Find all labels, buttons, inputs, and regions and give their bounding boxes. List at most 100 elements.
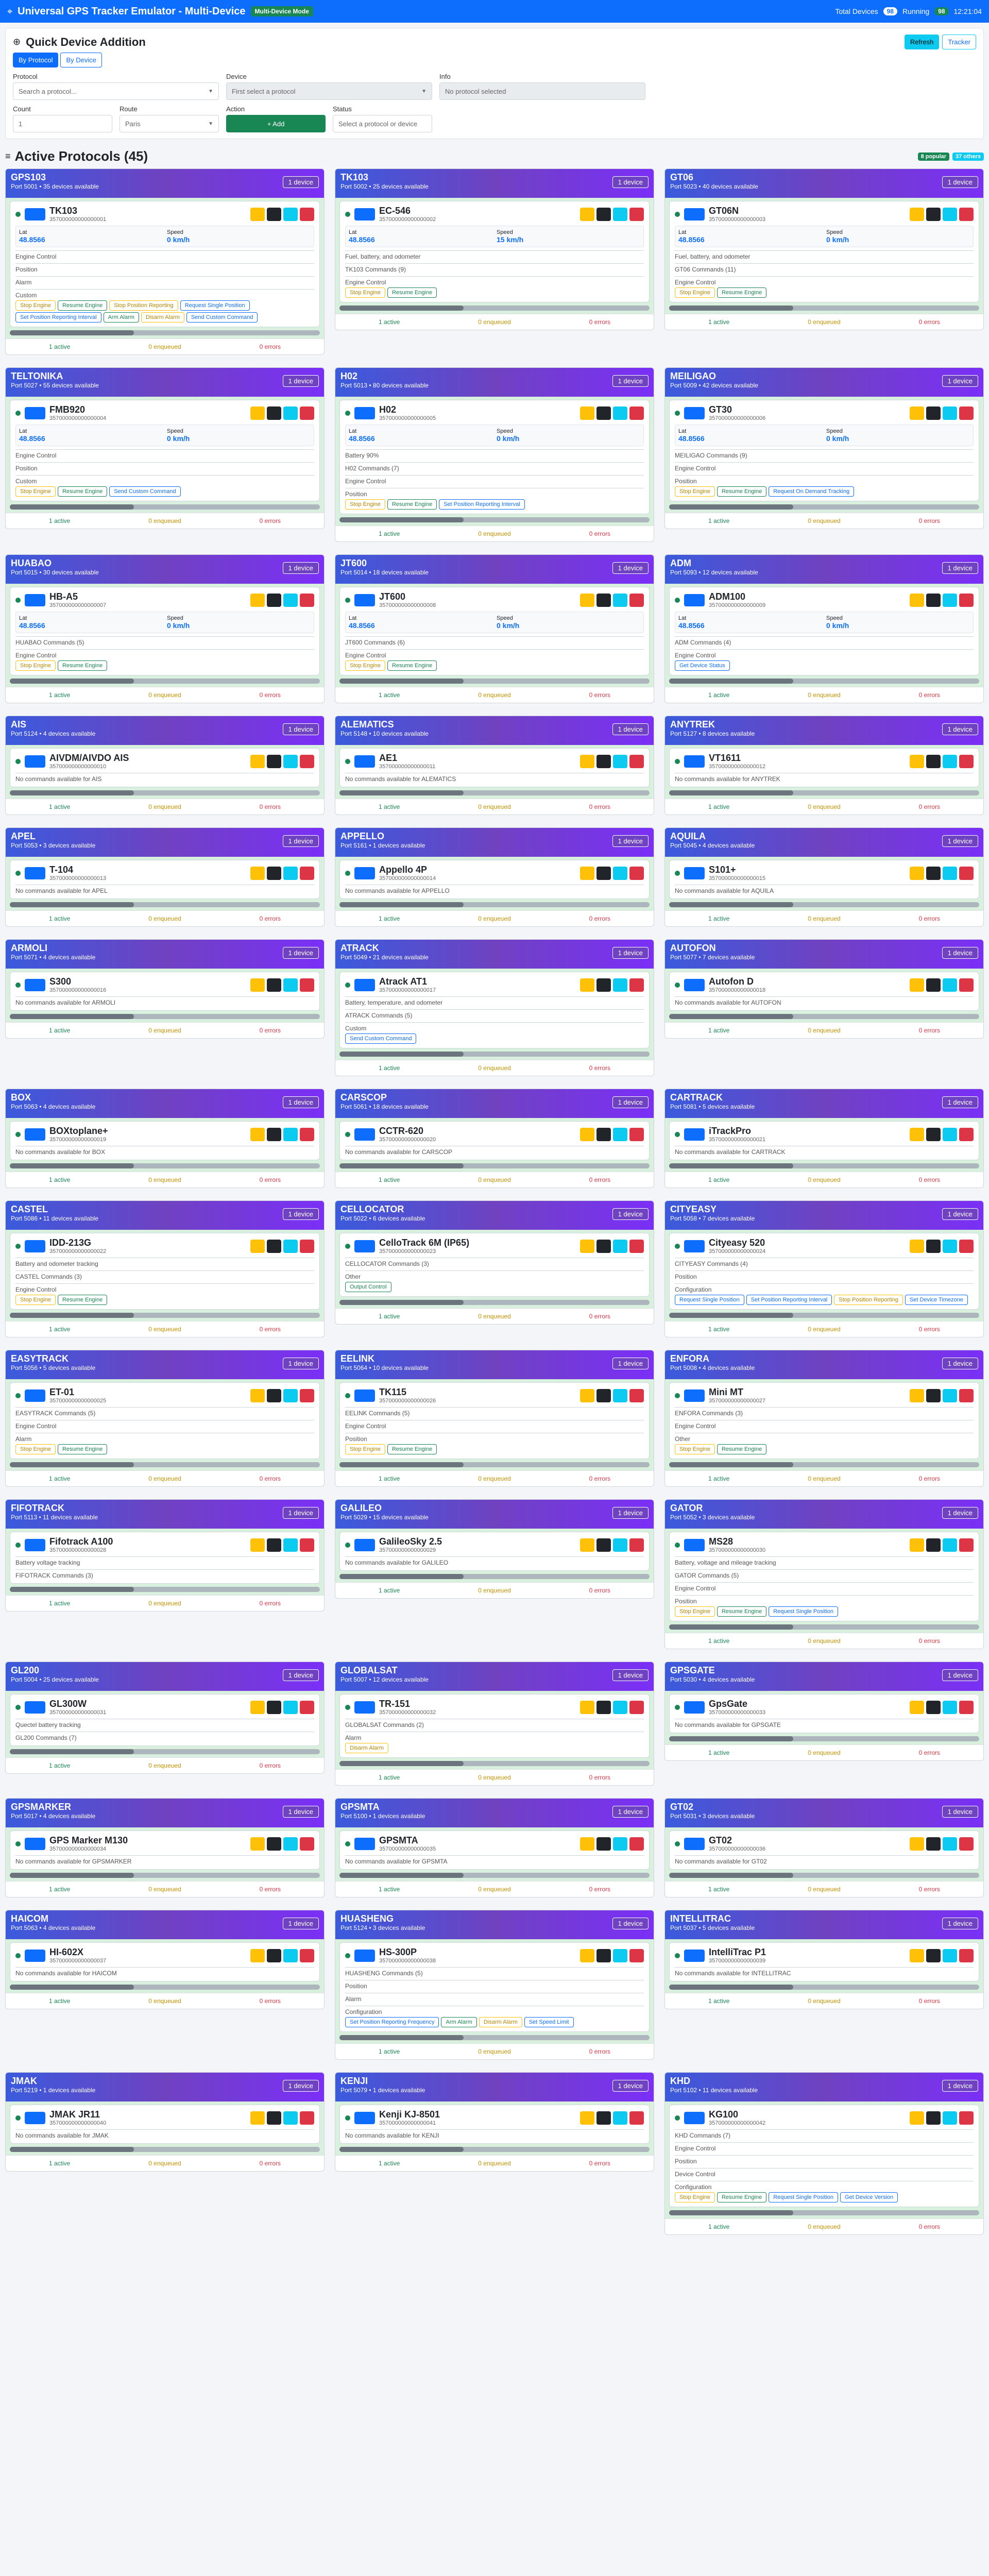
command-button[interactable]: Disarm Alarm: [345, 1743, 389, 1753]
scrollbar[interactable]: [669, 1462, 979, 1467]
info-button[interactable]: [613, 406, 627, 420]
info-button[interactable]: [943, 978, 957, 992]
scrollbar[interactable]: [10, 1587, 320, 1592]
info-button[interactable]: [613, 1388, 627, 1402]
command-button[interactable]: Stop Engine: [15, 1444, 56, 1454]
device-count-badge[interactable]: 1 device: [612, 1918, 649, 1929]
pause-button[interactable]: [580, 2111, 594, 2125]
delete-button[interactable]: [959, 866, 974, 880]
pause-button[interactable]: [580, 406, 594, 420]
command-button[interactable]: Resume Engine: [717, 287, 767, 298]
pause-button[interactable]: [580, 1837, 594, 1851]
scrollbar[interactable]: [669, 679, 979, 684]
device-count-badge[interactable]: 1 device: [942, 1208, 978, 1220]
pause-button[interactable]: [910, 1127, 924, 1141]
command-button[interactable]: Resume Engine: [717, 1606, 767, 1617]
scrollbar[interactable]: [10, 1873, 320, 1878]
device-count-badge[interactable]: 1 device: [282, 723, 319, 735]
command-button[interactable]: Resume Engine: [57, 486, 108, 497]
command-button[interactable]: Request Single Position: [180, 300, 250, 311]
command-button[interactable]: Request Single Position: [769, 2192, 839, 2202]
info-button[interactable]: [613, 978, 627, 992]
device-count-badge[interactable]: 1 device: [612, 1806, 649, 1818]
command-button[interactable]: Request Single Position: [769, 1606, 839, 1617]
delete-button[interactable]: [300, 1837, 314, 1851]
pause-button[interactable]: [580, 207, 594, 221]
scrollbar[interactable]: [10, 902, 320, 907]
info-button[interactable]: [943, 1538, 957, 1552]
info-button[interactable]: [613, 866, 627, 880]
info-button[interactable]: [613, 1700, 627, 1714]
stop-button[interactable]: [596, 754, 611, 768]
device-count-badge[interactable]: 1 device: [942, 1096, 978, 1108]
delete-button[interactable]: [300, 406, 314, 420]
delete-button[interactable]: [629, 1948, 644, 1962]
pause-button[interactable]: [910, 207, 924, 221]
command-button[interactable]: Stop Position Reporting: [834, 1295, 903, 1305]
stop-button[interactable]: [596, 1837, 611, 1851]
device-count-badge[interactable]: 1 device: [282, 835, 319, 847]
info-button[interactable]: [283, 593, 298, 607]
command-button[interactable]: Resume Engine: [387, 499, 437, 510]
pause-button[interactable]: [580, 1700, 594, 1714]
pause-button[interactable]: [250, 593, 265, 607]
command-button[interactable]: Set Speed Limit: [524, 2017, 574, 2027]
pause-button[interactable]: [910, 1948, 924, 1962]
device-count-badge[interactable]: 1 device: [612, 375, 649, 387]
scrollbar[interactable]: [669, 1624, 979, 1630]
command-button[interactable]: Set Position Reporting Frequency: [345, 2017, 439, 2027]
tracker-button[interactable]: Tracker: [942, 35, 976, 49]
device-count-badge[interactable]: 1 device: [612, 1669, 649, 1681]
pause-button[interactable]: [580, 593, 594, 607]
command-button[interactable]: Resume Engine: [57, 1295, 108, 1305]
stop-button[interactable]: [926, 1948, 941, 1962]
scrollbar[interactable]: [339, 1574, 650, 1579]
info-button[interactable]: [283, 1837, 298, 1851]
delete-button[interactable]: [959, 1538, 974, 1552]
info-button[interactable]: [943, 1700, 957, 1714]
command-button[interactable]: Send Custom Command: [186, 312, 258, 323]
command-button[interactable]: Resume Engine: [57, 300, 108, 311]
command-button[interactable]: Stop Engine: [675, 1444, 715, 1454]
command-button[interactable]: Output Control: [345, 1282, 391, 1292]
delete-button[interactable]: [959, 1127, 974, 1141]
stop-button[interactable]: [596, 207, 611, 221]
command-button[interactable]: Stop Engine: [345, 499, 385, 510]
delete-button[interactable]: [959, 1948, 974, 1962]
pause-button[interactable]: [580, 1239, 594, 1253]
device-count-badge[interactable]: 1 device: [942, 947, 978, 959]
command-button[interactable]: Stop Engine: [15, 1295, 56, 1305]
device-count-badge[interactable]: 1 device: [282, 1669, 319, 1681]
scrollbar[interactable]: [339, 902, 650, 907]
device-count-badge[interactable]: 1 device: [942, 723, 978, 735]
stop-button[interactable]: [267, 1837, 281, 1851]
info-button[interactable]: [943, 1388, 957, 1402]
device-count-badge[interactable]: 1 device: [942, 1669, 978, 1681]
delete-button[interactable]: [959, 754, 974, 768]
scrollbar[interactable]: [669, 1873, 979, 1878]
delete-button[interactable]: [300, 1538, 314, 1552]
command-button[interactable]: Stop Engine: [15, 660, 56, 671]
info-button[interactable]: [613, 1239, 627, 1253]
command-button[interactable]: Arm Alarm: [103, 312, 139, 323]
delete-button[interactable]: [300, 207, 314, 221]
stop-button[interactable]: [926, 1700, 941, 1714]
command-button[interactable]: Resume Engine: [387, 660, 437, 671]
stop-button[interactable]: [267, 1127, 281, 1141]
by-device-tab[interactable]: By Device: [60, 53, 103, 67]
scrollbar[interactable]: [10, 1749, 320, 1754]
command-button[interactable]: Set Device Timezone: [905, 1295, 968, 1305]
info-button[interactable]: [283, 1700, 298, 1714]
stop-button[interactable]: [596, 866, 611, 880]
device-count-badge[interactable]: 1 device: [282, 375, 319, 387]
pause-button[interactable]: [250, 978, 265, 992]
pause-button[interactable]: [910, 1239, 924, 1253]
stop-button[interactable]: [926, 406, 941, 420]
delete-button[interactable]: [300, 1700, 314, 1714]
delete-button[interactable]: [959, 207, 974, 221]
device-count-badge[interactable]: 1 device: [612, 176, 649, 188]
command-button[interactable]: Stop Engine: [345, 660, 385, 671]
command-button[interactable]: Stop Engine: [345, 1444, 385, 1454]
command-button[interactable]: Resume Engine: [57, 660, 108, 671]
pause-button[interactable]: [910, 1388, 924, 1402]
